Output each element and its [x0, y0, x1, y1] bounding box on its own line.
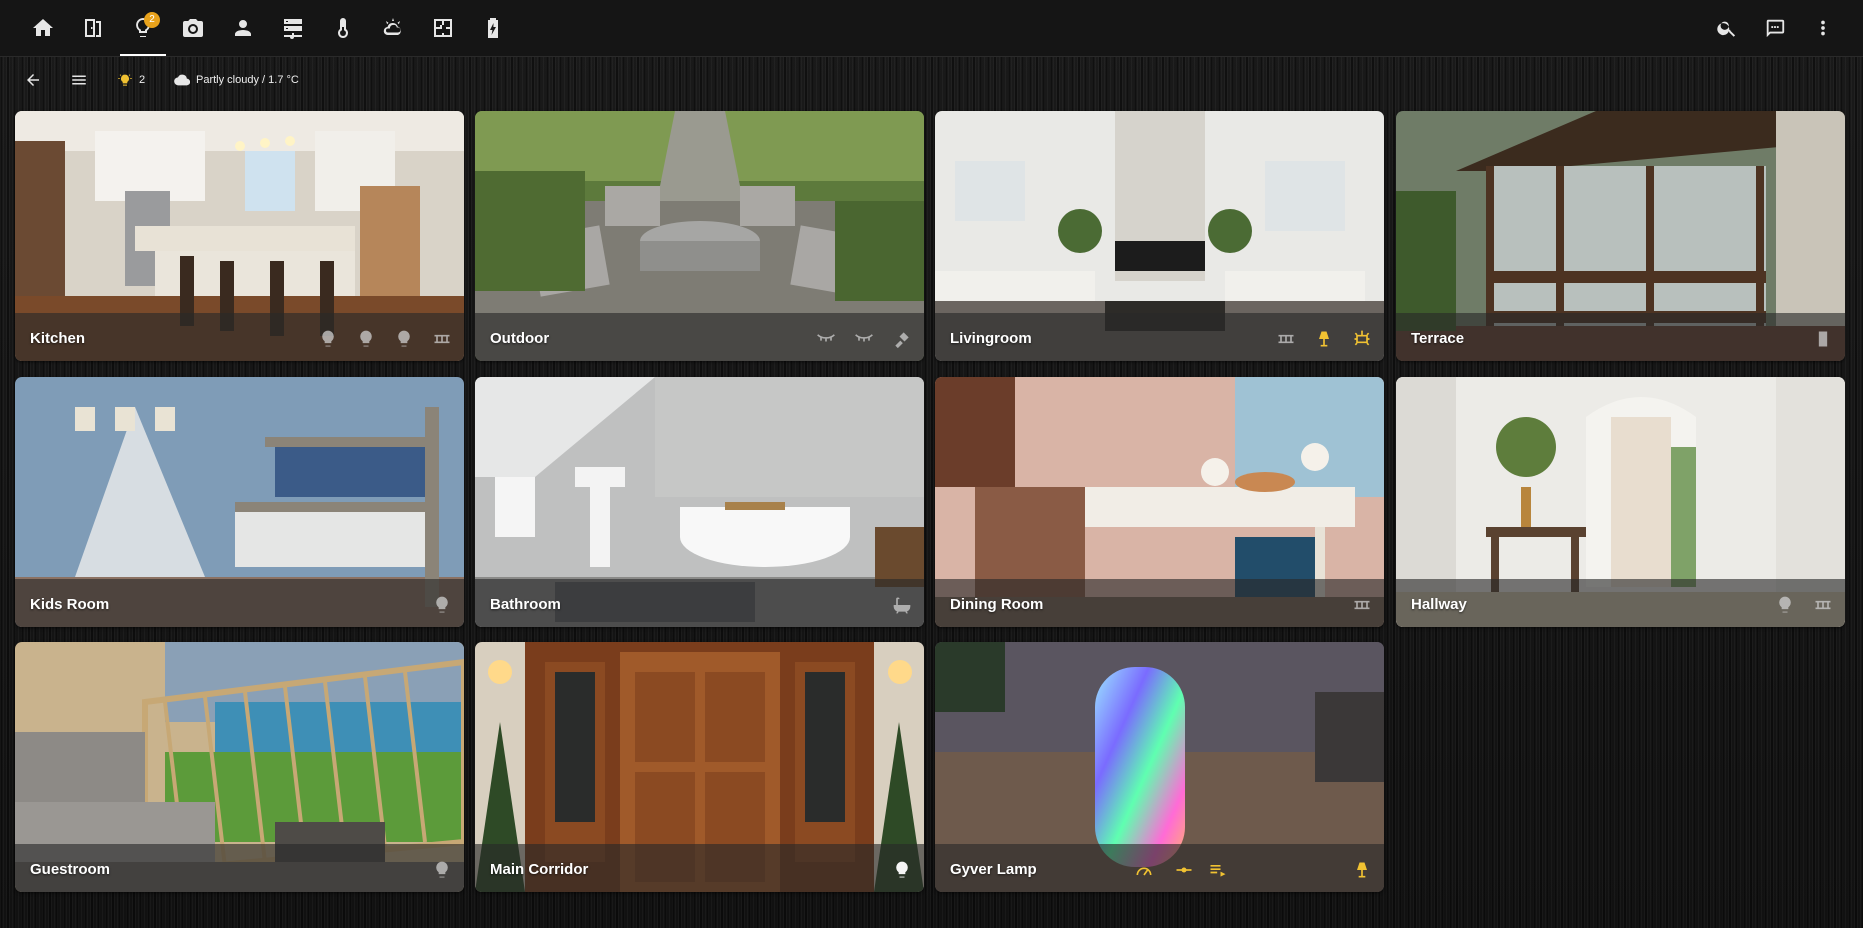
bulb-icon[interactable] — [392, 327, 416, 351]
tab-floorplan[interactable] — [418, 0, 468, 56]
weather-text: Partly cloudy / 1.7 °C — [196, 74, 299, 86]
tab-weather[interactable] — [368, 0, 418, 56]
entity-icons — [430, 858, 454, 882]
entity-icons — [316, 327, 454, 351]
switch-icon[interactable] — [1811, 327, 1835, 351]
bulb-icon[interactable] — [890, 858, 914, 882]
room-card-outdoor[interactable]: Outdoor — [475, 111, 924, 361]
room-card-livingroom[interactable]: Livingroom — [935, 111, 1384, 361]
entity-icons — [890, 858, 914, 882]
room-card-main-corridor[interactable]: Main Corridor — [475, 642, 924, 892]
weather-chip[interactable]: Partly cloudy / 1.7 °C — [174, 70, 299, 90]
bathtub-icon[interactable] — [890, 593, 914, 617]
bulb-icon[interactable] — [316, 327, 340, 351]
menu-button[interactable] — [63, 64, 95, 96]
tab-energy[interactable] — [468, 0, 518, 56]
chat-icon — [1766, 19, 1785, 38]
lightstrip-icon[interactable] — [430, 327, 454, 351]
search-icon — [1717, 21, 1736, 37]
server-icon — [284, 19, 302, 39]
room-name: Gyver Lamp — [950, 861, 1037, 878]
room-name: Kids Room — [30, 596, 110, 613]
entity-icons — [1132, 858, 1374, 882]
room-card-dining-room[interactable]: Dining Room — [935, 377, 1384, 627]
lamp-icon[interactable] — [1350, 858, 1374, 882]
room-name: Main Corridor — [490, 861, 589, 878]
lights-on-chip[interactable]: 2 — [117, 70, 145, 90]
camera-icon — [183, 19, 203, 37]
home-icon — [33, 19, 53, 36]
door-icon — [85, 19, 101, 37]
room-card-kitchen[interactable]: Kitchen — [15, 111, 464, 361]
room-card-gyver-lamp[interactable]: Gyver Lamp — [935, 642, 1384, 892]
top-app-bar: 2 — [0, 0, 1863, 57]
lamp-icon[interactable] — [1312, 327, 1336, 351]
bulb-icon[interactable] — [430, 858, 454, 882]
string-lights-icon[interactable] — [852, 327, 876, 351]
room-name: Dining Room — [950, 596, 1044, 613]
battery-icon — [488, 18, 498, 38]
entity-icons — [1811, 327, 1835, 351]
more-options-button[interactable] — [1803, 8, 1843, 48]
room-name: Kitchen — [30, 330, 86, 347]
room-name: Outdoor — [490, 330, 550, 347]
entity-icons — [890, 593, 914, 617]
room-name: Terrace — [1411, 330, 1465, 347]
arrow-left-icon — [27, 74, 39, 86]
string-lights-icon[interactable] — [814, 327, 838, 351]
room-card-hallway[interactable]: Hallway — [1396, 377, 1845, 627]
spotlight-icon[interactable] — [890, 327, 914, 351]
tab-rooms[interactable] — [68, 0, 118, 56]
room-name: Hallway — [1411, 596, 1467, 613]
lightbulb-on-icon — [118, 74, 132, 86]
bulb-icon[interactable] — [430, 593, 454, 617]
entity-icons — [814, 327, 914, 351]
slider-icon[interactable] — [1172, 858, 1196, 882]
search-button[interactable] — [1707, 8, 1747, 48]
bulb-icon[interactable] — [354, 327, 378, 351]
room-name: Bathroom — [490, 596, 561, 613]
assist-button[interactable] — [1755, 8, 1795, 48]
entity-icons — [1274, 327, 1374, 351]
tab-lights[interactable]: 2 — [118, 0, 168, 56]
room-card-terrace[interactable]: Terrace — [1396, 111, 1845, 361]
entity-icons — [430, 593, 454, 617]
lightstrip-icon[interactable] — [1274, 327, 1298, 351]
ceiling-light-icon[interactable] — [1350, 327, 1374, 351]
more-vert-icon — [1821, 20, 1825, 36]
lightstrip-icon[interactable] — [1350, 593, 1374, 617]
tab-servers[interactable] — [268, 0, 318, 56]
room-card-kids-room[interactable]: Kids Room — [15, 377, 464, 627]
menu-icon — [72, 75, 86, 85]
room-name: Guestroom — [30, 861, 111, 878]
weather-icon — [383, 18, 401, 36]
room-name: Livingroom — [950, 330, 1032, 347]
lights-badge: 2 — [144, 12, 160, 28]
playlist-icon[interactable] — [1206, 858, 1230, 882]
cloud-icon — [174, 74, 190, 86]
lightstrip-icon[interactable] — [1811, 593, 1835, 617]
sub-toolbar: 2 Partly cloudy / 1.7 °C — [0, 60, 1863, 100]
speed-icon[interactable] — [1132, 858, 1156, 882]
lights-on-count: 2 — [139, 74, 146, 86]
entity-icons — [1773, 593, 1835, 617]
entity-icons — [1350, 593, 1374, 617]
tab-home[interactable] — [18, 0, 68, 56]
tab-persons[interactable] — [218, 0, 268, 56]
room-card-guestroom[interactable]: Guestroom — [15, 642, 464, 892]
floorplan-icon — [434, 19, 452, 37]
bulb-icon[interactable] — [1773, 593, 1797, 617]
tab-cameras[interactable] — [168, 0, 218, 56]
room-card-bathroom[interactable]: Bathroom — [475, 377, 924, 627]
tab-climate[interactable] — [318, 0, 368, 56]
thermometer-icon — [338, 18, 348, 38]
person-icon — [235, 20, 251, 36]
back-button[interactable] — [17, 64, 49, 96]
